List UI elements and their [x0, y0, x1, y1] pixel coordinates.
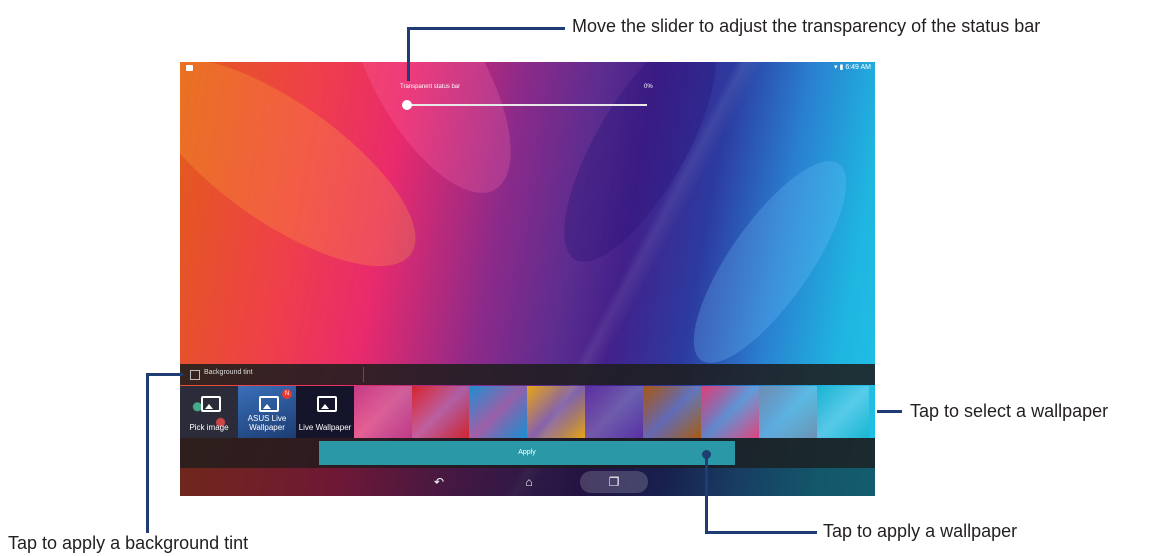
callout-slider: Move the slider to adjust the transparen… [572, 16, 1041, 36]
wallpaper-streak [536, 62, 744, 283]
transparency-slider-thumb[interactable] [402, 100, 412, 110]
new-badge: N [282, 389, 292, 399]
wallpaper-swatch[interactable] [412, 386, 469, 438]
wallpaper-swatches [354, 386, 869, 438]
status-bar-right: ▾ ▮ 6:49 AM [834, 63, 871, 71]
battery-icon: ▮ [839, 64, 844, 71]
callout-line [407, 27, 410, 81]
asus-live-wallpaper-label: ASUS Live Wallpaper [247, 414, 287, 432]
wallpaper-swatch[interactable] [585, 386, 643, 438]
live-wallpaper-label: Live Wallpaper [298, 423, 352, 432]
wallpaper-streak [668, 140, 872, 384]
wallpaper-swatch[interactable] [527, 386, 585, 438]
pick-image-label: Pick image [189, 423, 229, 432]
status-bar: ▾ ▮ 6:49 AM [180, 62, 875, 75]
callout-line [877, 410, 902, 413]
notification-icon [186, 65, 193, 71]
asus-live-wallpaper-tile[interactable]: N ASUS Live Wallpaper [238, 386, 296, 438]
back-icon[interactable]: ↶ [432, 475, 446, 489]
background-tint-row: Background tint [180, 364, 875, 385]
pick-image-tile[interactable]: Pick image [180, 386, 238, 438]
wallpaper-swatch[interactable] [354, 386, 412, 438]
apply-row: Apply [180, 438, 875, 468]
background-tint-label: Background tint [204, 369, 253, 376]
callout-line [407, 27, 565, 30]
wallpaper-strip: Pick image N ASUS Live Wallpaper Live Wa… [180, 386, 875, 438]
background-tint-checkbox[interactable] [190, 370, 200, 380]
slider-label: Transparent status bar [400, 84, 461, 90]
image-icon [259, 396, 279, 412]
wallpaper-swatch[interactable] [817, 386, 869, 438]
wifi-icon: ▾ [834, 64, 838, 71]
divider [363, 367, 364, 382]
callout-line [146, 373, 149, 533]
callout-line [705, 531, 817, 534]
callout-line [146, 373, 183, 376]
image-icon [317, 396, 337, 412]
device-screen: ▾ ▮ 6:49 AM Transparent status bar 0% Ba… [180, 62, 875, 496]
wallpaper-swatch[interactable] [759, 386, 817, 438]
wallpaper-swatch[interactable] [701, 386, 759, 438]
live-wallpaper-tile[interactable]: Live Wallpaper [296, 386, 354, 438]
slider-value: 0% [644, 84, 653, 90]
wallpaper-swatch[interactable] [469, 386, 527, 438]
transparency-slider-track[interactable] [407, 104, 647, 106]
home-icon[interactable]: ⌂ [522, 475, 536, 489]
recent-apps-icon[interactable]: ❐ [607, 475, 621, 489]
navigation-bar: ↶ ⌂ ❐ [180, 468, 875, 496]
callout-wallpaper: Tap to select a wallpaper [910, 401, 1109, 421]
image-icon [201, 396, 221, 412]
status-time: 6:49 AM [845, 64, 871, 71]
callout-apply: Tap to apply a wallpaper [823, 521, 1018, 541]
wallpaper-swatch[interactable] [643, 386, 701, 438]
callout-tint: Tap to apply a background tint [8, 533, 249, 553]
callout-line [705, 454, 708, 534]
apply-button[interactable]: Apply [319, 441, 735, 465]
